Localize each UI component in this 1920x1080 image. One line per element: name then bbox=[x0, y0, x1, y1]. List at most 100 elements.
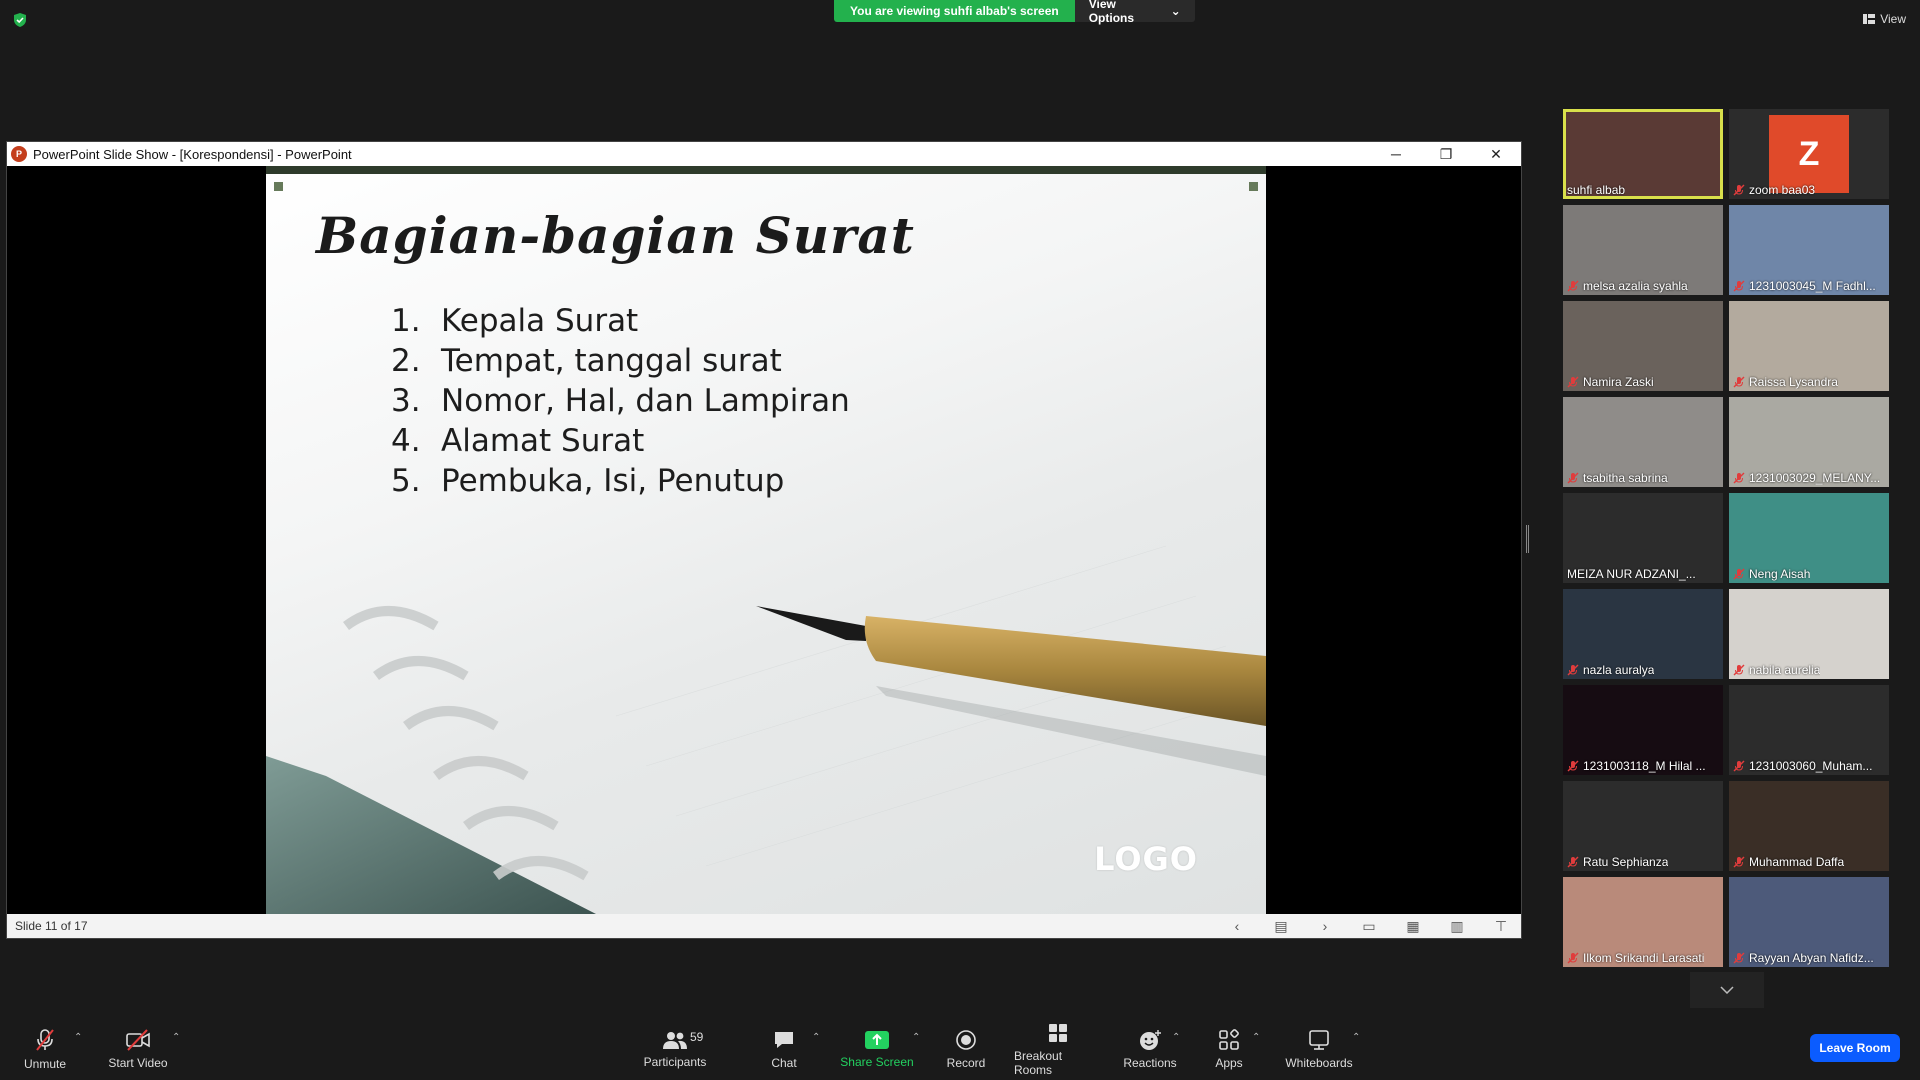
participant-tile[interactable]: suhfi albab bbox=[1563, 109, 1723, 199]
reading-view-icon[interactable]: ▥ bbox=[1447, 918, 1467, 934]
participant-tile[interactable]: Neng Aisah bbox=[1729, 493, 1889, 583]
participant-tile[interactable]: Namira Zaski bbox=[1563, 301, 1723, 391]
participant-tile[interactable]: 1231003029_MELANY... bbox=[1729, 397, 1889, 487]
breakout-rooms-button[interactable]: Breakout Rooms bbox=[1014, 1018, 1102, 1080]
slide-nav-controls: ‹ ▤ › ▭ ▦ ▥ ⊤ bbox=[1227, 914, 1511, 938]
microphone-muted-icon bbox=[1733, 856, 1745, 868]
microphone-muted-icon bbox=[1733, 184, 1745, 196]
share-options-caret[interactable]: ⌃ bbox=[912, 1032, 920, 1043]
apps-options-caret[interactable]: ⌃ bbox=[1252, 1032, 1260, 1043]
participant-tile[interactable]: 1231003118_M Hilal ... bbox=[1563, 685, 1723, 775]
audio-options-caret[interactable]: ⌃ bbox=[74, 1032, 82, 1043]
participant-name-label: Ratu Sephianza bbox=[1583, 855, 1669, 869]
reactions-options-caret[interactable]: ⌃ bbox=[1172, 1032, 1180, 1043]
participant-name: 1231003045_M Fadhl... bbox=[1733, 279, 1876, 293]
reactions-label: Reactions bbox=[1123, 1055, 1177, 1070]
participant-tile[interactable]: Ilkom Srikandi Larasati bbox=[1563, 877, 1723, 967]
slide-sorter-icon[interactable]: ▦ bbox=[1403, 918, 1423, 934]
reactions-button[interactable]: Reactions bbox=[1122, 1018, 1178, 1080]
ppt-statusbar: Slide 11 of 17 ‹ ▤ › ▭ ▦ ▥ ⊤ bbox=[7, 914, 1521, 938]
whiteboard-icon bbox=[1309, 1029, 1329, 1050]
view-options-label: View Options bbox=[1088, 0, 1135, 25]
restore-button[interactable]: ❐ bbox=[1421, 142, 1471, 166]
participant-tile[interactable]: Ratu Sephianza bbox=[1563, 781, 1723, 871]
participant-tile[interactable]: MEIZA NUR ADZANI_... bbox=[1563, 493, 1723, 583]
minimize-button[interactable]: ─ bbox=[1371, 142, 1421, 166]
unmute-button[interactable]: Unmute bbox=[22, 1018, 68, 1080]
participant-name-label: zoom baa03 bbox=[1749, 183, 1816, 197]
gallery-next-page-button[interactable] bbox=[1690, 972, 1764, 1008]
ppt-window-title: PowerPoint Slide Show - [Korespondensi] … bbox=[33, 146, 352, 162]
microphone-muted-icon bbox=[1733, 280, 1745, 292]
breakout-rooms-label: Breakout Rooms bbox=[1014, 1048, 1063, 1077]
meeting-toolbar: Unmute ⌃ Start Video ⌃ Participants 59 C… bbox=[0, 1018, 1920, 1080]
participant-tile[interactable]: 1231003060_Muham... bbox=[1729, 685, 1889, 775]
participant-tile[interactable]: Zzoom baa03 bbox=[1729, 109, 1889, 199]
record-icon bbox=[956, 1029, 976, 1050]
participant-tile[interactable]: 1231003045_M Fadhl... bbox=[1729, 205, 1889, 295]
close-button[interactable]: ✕ bbox=[1471, 142, 1521, 166]
apps-button[interactable]: Apps bbox=[1210, 1018, 1248, 1080]
participant-name: Ratu Sephianza bbox=[1567, 855, 1668, 869]
participant-name: MEIZA NUR ADZANI_... bbox=[1567, 567, 1696, 581]
participant-name: suhfi albab bbox=[1567, 183, 1625, 197]
chat-button[interactable]: Chat bbox=[767, 1018, 801, 1080]
participant-name-label: Raissa Lysandra bbox=[1749, 375, 1838, 389]
participant-name-label: 1231003060_Muham... bbox=[1749, 759, 1873, 773]
screen-share-banner: You are viewing suhfi albab's screen Vie… bbox=[834, 0, 1195, 25]
slide-title: Bagian-bagian Surat bbox=[316, 206, 915, 265]
participant-name-label: Muhammad Daffa bbox=[1749, 855, 1845, 869]
microphone-muted-icon bbox=[1567, 280, 1579, 292]
participant-name-label: tsabitha sabrina bbox=[1583, 471, 1668, 485]
slide-logo-text: LOGO bbox=[1094, 840, 1198, 878]
chevron-down-icon bbox=[1720, 986, 1734, 994]
microphone-muted-icon bbox=[1567, 952, 1579, 964]
participant-name-label: Namira Zaski bbox=[1583, 375, 1654, 389]
participant-count: 59 bbox=[690, 1030, 704, 1044]
panel-splitter-handle[interactable] bbox=[1526, 525, 1529, 553]
start-video-button[interactable]: Start Video bbox=[106, 1018, 170, 1080]
participant-name: Neng Aisah bbox=[1733, 567, 1810, 581]
participant-tile[interactable]: Rayyan Abyan Nafidz... bbox=[1729, 877, 1889, 967]
next-slide-icon[interactable]: › bbox=[1315, 918, 1335, 934]
chat-options-caret[interactable]: ⌃ bbox=[812, 1032, 820, 1043]
previous-slide-icon[interactable]: ‹ bbox=[1227, 918, 1247, 934]
participant-name-label: 1231003029_MELANY... bbox=[1749, 471, 1881, 485]
participant-name-label: melsa azalia syahla bbox=[1583, 279, 1688, 293]
microphone-muted-icon bbox=[1733, 472, 1745, 484]
participant-tile[interactable]: tsabitha sabrina bbox=[1563, 397, 1723, 487]
participant-name-label: Ilkom Srikandi Larasati bbox=[1583, 951, 1705, 965]
participants-label: Participants bbox=[643, 1054, 707, 1069]
microphone-muted-icon bbox=[1567, 472, 1579, 484]
participant-tile[interactable]: nabila aurelia bbox=[1729, 589, 1889, 679]
normal-view-icon[interactable]: ▭ bbox=[1359, 918, 1379, 934]
participant-name: tsabitha sabrina bbox=[1567, 471, 1668, 485]
participants-button[interactable]: Participants bbox=[640, 1018, 710, 1080]
participant-tile[interactable]: nazla auralya bbox=[1563, 589, 1723, 679]
security-shield-icon[interactable] bbox=[12, 12, 28, 28]
participant-name-label: 1231003118_M Hilal ... bbox=[1583, 759, 1706, 773]
apps-label: Apps bbox=[1215, 1055, 1243, 1070]
share-screen-button[interactable]: Share Screen bbox=[840, 1018, 914, 1080]
participant-tile[interactable]: melsa azalia syahla bbox=[1563, 205, 1723, 295]
whiteboards-options-caret[interactable]: ⌃ bbox=[1352, 1032, 1360, 1043]
view-options-button[interactable]: View Options ⌄ bbox=[1074, 0, 1195, 25]
participants-icon bbox=[663, 1031, 687, 1049]
powerpoint-icon: P bbox=[11, 146, 27, 162]
video-options-caret[interactable]: ⌃ bbox=[172, 1032, 180, 1043]
participant-tile[interactable]: Muhammad Daffa bbox=[1729, 781, 1889, 871]
participant-tile[interactable]: Raissa Lysandra bbox=[1729, 301, 1889, 391]
slideshow-icon[interactable]: ⊤ bbox=[1491, 918, 1511, 934]
avatar: Z bbox=[1769, 115, 1849, 193]
record-button[interactable]: Record bbox=[945, 1018, 987, 1080]
chat-icon bbox=[775, 1031, 793, 1048]
microphone-muted-icon bbox=[36, 1028, 54, 1051]
whiteboards-button[interactable]: Whiteboards bbox=[1284, 1018, 1354, 1080]
apps-icon bbox=[1219, 1028, 1239, 1050]
participant-name: Raissa Lysandra bbox=[1733, 375, 1838, 389]
slide-menu-icon[interactable]: ▤ bbox=[1271, 918, 1291, 934]
slide: Bagian-bagian Surat 1. Kepala Surat 2. Tem… bbox=[266, 166, 1266, 914]
leave-room-button[interactable]: Leave Room bbox=[1810, 1034, 1900, 1062]
microphone-muted-icon bbox=[1733, 760, 1745, 772]
view-button[interactable]: View bbox=[1863, 12, 1906, 26]
